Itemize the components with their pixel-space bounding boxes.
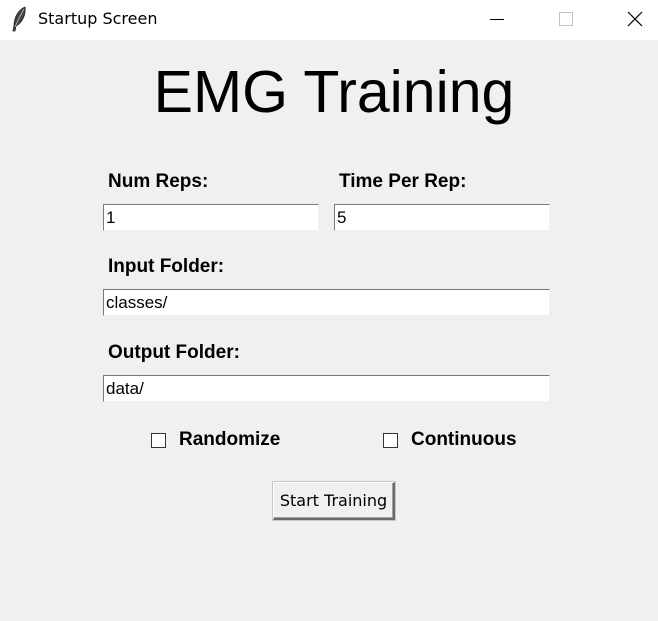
time-per-rep-label: Time Per Rep: <box>339 171 467 192</box>
continuous-checkbox[interactable]: Continuous <box>383 429 517 451</box>
minimize-button[interactable] <box>474 0 520 38</box>
randomize-checkbox[interactable]: Randomize <box>151 429 280 451</box>
input-folder-label: Input Folder: <box>108 256 225 277</box>
page-title: EMG Training <box>153 59 515 125</box>
close-icon <box>627 11 643 27</box>
num-reps-input[interactable] <box>103 204 319 231</box>
maximize-icon <box>559 12 573 26</box>
continuous-checkbox-box[interactable] <box>383 432 398 448</box>
randomize-checkbox-box[interactable] <box>151 432 166 448</box>
output-folder-label: Output Folder: <box>108 342 240 363</box>
time-per-rep-input[interactable] <box>334 204 550 231</box>
title-bar[interactable]: Startup Screen <box>0 0 658 40</box>
maximize-button[interactable] <box>543 0 589 38</box>
output-folder-input[interactable] <box>103 375 550 402</box>
app-window: Startup Screen EMG Training Num Reps: Ti… <box>0 0 658 621</box>
close-button[interactable] <box>612 0 658 38</box>
feather-icon <box>10 6 30 32</box>
num-reps-label: Num Reps: <box>108 171 209 192</box>
continuous-label: Continuous <box>411 429 517 450</box>
input-folder-input[interactable] <box>103 289 550 316</box>
window-title: Startup Screen <box>38 9 158 28</box>
minimize-icon <box>490 19 504 20</box>
start-training-button[interactable]: Start Training <box>273 482 395 520</box>
randomize-label: Randomize <box>179 429 281 450</box>
